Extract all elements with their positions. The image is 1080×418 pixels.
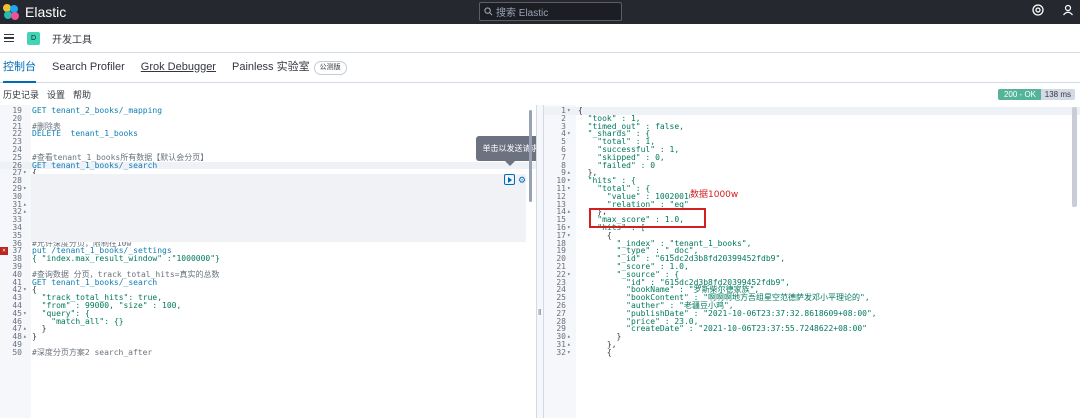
- search-icon: [484, 7, 493, 16]
- fold-toggle-icon[interactable]: ▾: [23, 169, 27, 177]
- code-text: { "index.max_result_window" :"1000000"}: [32, 254, 220, 264]
- tab-painless-label: Painless 实验室: [231, 60, 310, 73]
- status-badge: 200 - OK: [997, 89, 1042, 100]
- line-number: 32: [556, 347, 566, 357]
- request-line: 26 GET tenant_1_books/_search: [0, 160, 536, 170]
- fold-toggle-icon[interactable]: ▴: [23, 208, 27, 216]
- total-hits-highlight-box: [589, 208, 706, 228]
- send-request-button[interactable]: [504, 174, 515, 185]
- code-text: }: [32, 332, 37, 342]
- annotation-label: 数据1000w: [690, 187, 739, 200]
- top-header: Elastic 搜索 Elastic: [0, 0, 1080, 24]
- fold-toggle-icon[interactable]: ▴: [23, 333, 27, 341]
- response-line: 29 "createDate" : "2021-10-06T23:37:55.7…: [544, 325, 1080, 333]
- code-text: GET tenant_1_books/_search: [32, 160, 158, 170]
- response-scrollbar[interactable]: [1072, 107, 1077, 207]
- response-line: 8 "failed" : 0: [544, 161, 1080, 170]
- settings-link[interactable]: 设置: [47, 88, 65, 101]
- request-line: 19 GET tenant_2_books/_mapping: [0, 107, 536, 115]
- fold-toggle-icon[interactable]: ▾: [23, 286, 27, 294]
- fold-toggle-icon[interactable]: ▾: [567, 107, 571, 115]
- fold-toggle-icon[interactable]: ▾: [567, 185, 571, 193]
- code-text: GET tenant_2_books/_mapping: [32, 106, 163, 115]
- devtools-tabs: 控制台 Search Profiler Grok Debugger Painle…: [0, 53, 1080, 83]
- line-number: 50: [12, 347, 22, 357]
- beta-badge: 公测版: [313, 60, 347, 75]
- fold-toggle-icon[interactable]: ▾: [23, 185, 27, 193]
- drag-handle-icon[interactable]: ‖: [538, 308, 541, 317]
- pane-divider[interactable]: [536, 105, 544, 418]
- global-search-input[interactable]: 搜索 Elastic: [479, 2, 622, 21]
- search-placeholder: 搜索 Elastic: [496, 8, 549, 19]
- response-line: 32 ▾ {: [544, 347, 1080, 357]
- response-line: 31 ▴ },: [544, 341, 1080, 349]
- request-line: 41 GET tenant_1_books/_search: [0, 277, 536, 287]
- fold-toggle-icon[interactable]: ▴: [567, 169, 571, 177]
- code-text: GET tenant_1_books/_search: [32, 277, 158, 287]
- request-line: 22 DELETE tenant_1_books: [0, 130, 536, 138]
- code-text: #深度分页方案2 search_after: [32, 347, 153, 357]
- request-line: 47 ▴ }: [0, 325, 536, 333]
- help-link[interactable]: 帮助: [73, 88, 91, 101]
- console-menu: 历史记录 设置 帮助 200 - OK 138 ms: [0, 83, 1080, 105]
- fold-toggle-icon[interactable]: ▴: [567, 208, 571, 216]
- tab-console[interactable]: 控制台: [3, 53, 36, 83]
- fold-toggle-icon[interactable]: ▾: [567, 177, 571, 185]
- tab-search-profiler[interactable]: Search Profiler: [52, 53, 125, 83]
- fold-toggle-icon[interactable]: ▴: [567, 341, 571, 349]
- response-line: 30 ▴ }: [544, 333, 1080, 341]
- code-text: DELETE tenant_1_books: [32, 129, 138, 139]
- breadcrumb[interactable]: 开发工具: [52, 31, 92, 46]
- fold-toggle-icon[interactable]: ▴: [23, 325, 27, 333]
- send-request-tooltip: 单击以发送请求: [476, 136, 545, 166]
- breadcrumb-bar: D 开发工具: [0, 24, 1080, 53]
- request-line: 38{ "index.max_result_window" :"1000000"…: [0, 255, 536, 263]
- request-line: 23: [0, 138, 536, 146]
- fold-toggle-icon[interactable]: ▾: [567, 224, 571, 232]
- fold-toggle-icon[interactable]: ▾: [567, 130, 571, 138]
- space-avatar[interactable]: D: [27, 31, 40, 45]
- selected-request-highlight: [31, 174, 526, 242]
- response-editor: 1 ▾{2 "took" : 1, 3 "timed_out" : false, 4 ▾…: [544, 105, 1080, 418]
- help-icon[interactable]: [1032, 4, 1044, 16]
- menu-icon[interactable]: [4, 32, 14, 45]
- fold-toggle-icon[interactable]: ▾: [567, 232, 571, 240]
- fold-toggle-icon[interactable]: ▾: [567, 349, 571, 357]
- tab-painless-lab[interactable]: Painless 实验室 公测版: [232, 53, 347, 83]
- fold-toggle-icon[interactable]: ▴: [567, 333, 571, 341]
- fold-toggle-icon[interactable]: ▴: [23, 201, 27, 209]
- request-line: 20: [0, 114, 536, 123]
- request-line: 46 "match_all": {}: [0, 317, 536, 326]
- tab-grok-debugger[interactable]: Grok Debugger: [141, 53, 216, 83]
- code-text: {: [578, 347, 612, 357]
- user-icon[interactable]: [1062, 4, 1074, 16]
- request-time-badge: 138 ms: [1040, 89, 1075, 100]
- request-line: 48 ▴}: [0, 333, 536, 341]
- request-line: 50 #深度分页方案2 search_after: [0, 347, 536, 357]
- elastic-logo-icon[interactable]: [3, 4, 19, 20]
- request-editor[interactable]: 19 GET tenant_2_books/_mapping 20 21 #删除表 22 D…: [0, 105, 536, 418]
- code-text: "createDate" : "2021-10-06T23:37:55.7248…: [578, 324, 867, 334]
- history-link[interactable]: 历史记录: [3, 88, 39, 101]
- fold-toggle-icon[interactable]: ▾: [567, 271, 571, 279]
- wrench-icon[interactable]: ⚙: [518, 175, 526, 186]
- request-scrollbar[interactable]: [529, 110, 532, 202]
- brand-name: Elastic: [25, 4, 67, 20]
- fold-toggle-icon[interactable]: ▾: [23, 310, 27, 318]
